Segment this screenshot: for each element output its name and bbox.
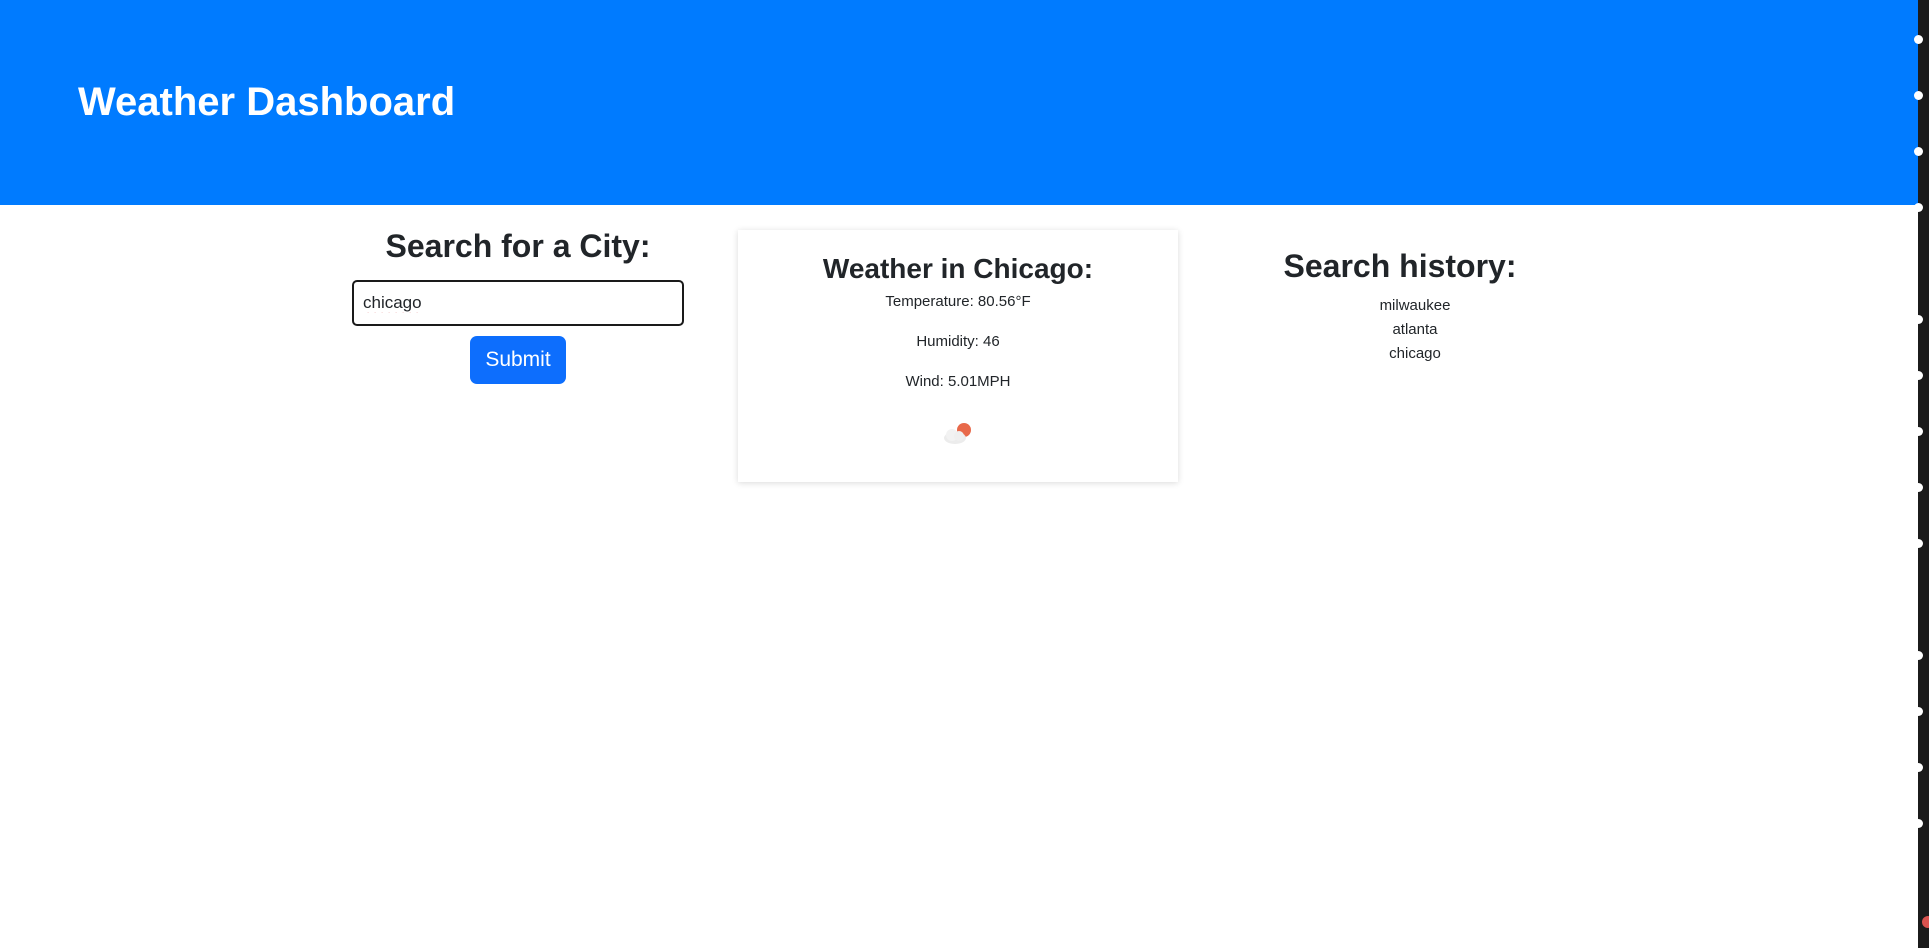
edge-dot (1914, 427, 1923, 436)
edge-dot (1914, 203, 1923, 212)
submit-button[interactable]: Submit (470, 336, 566, 384)
history-item-milwaukee[interactable]: milwaukee (1260, 294, 1570, 318)
edge-dot (1914, 763, 1923, 772)
humidity-text: Humidity: 46 (916, 333, 1000, 350)
edge-dot (1914, 91, 1923, 100)
temperature-text: Temperature: 80.56°F (885, 293, 1031, 310)
notification-dot (1922, 916, 1929, 928)
history-list: milwaukee atlanta chicago (1260, 294, 1570, 366)
search-panel: Search for a City: Submit (352, 222, 684, 384)
edge-dot (1914, 483, 1923, 492)
edge-dot (1914, 371, 1923, 380)
search-heading: Search for a City: (385, 228, 651, 264)
edge-dot (1914, 707, 1923, 716)
partly-cloudy-icon (944, 423, 971, 444)
history-heading: Search history: (1283, 248, 1517, 284)
edge-dot (1914, 651, 1923, 660)
history-panel: Search history: milwaukee atlanta chicag… (1260, 242, 1570, 366)
weather-title: Weather in Chicago: (822, 253, 1094, 284)
page-title: Weather Dashboard (78, 80, 456, 124)
edge-dot (1914, 35, 1923, 44)
window-edge-strip (1918, 0, 1929, 948)
history-item-chicago[interactable]: chicago (1260, 342, 1570, 366)
header-bar: Weather Dashboard (0, 0, 1918, 205)
city-search-input[interactable] (352, 280, 684, 326)
edge-dot (1914, 539, 1923, 548)
edge-dot (1914, 819, 1923, 828)
history-item-atlanta[interactable]: atlanta (1260, 318, 1570, 342)
edge-dot (1914, 315, 1923, 324)
wind-text: Wind: 5.01MPH (905, 373, 1011, 390)
page: Weather Dashboard Search for a City: Sub… (0, 0, 1929, 948)
weather-card: Weather in Chicago: Temperature: 80.56°F… (738, 230, 1178, 482)
edge-dot (1914, 147, 1923, 156)
